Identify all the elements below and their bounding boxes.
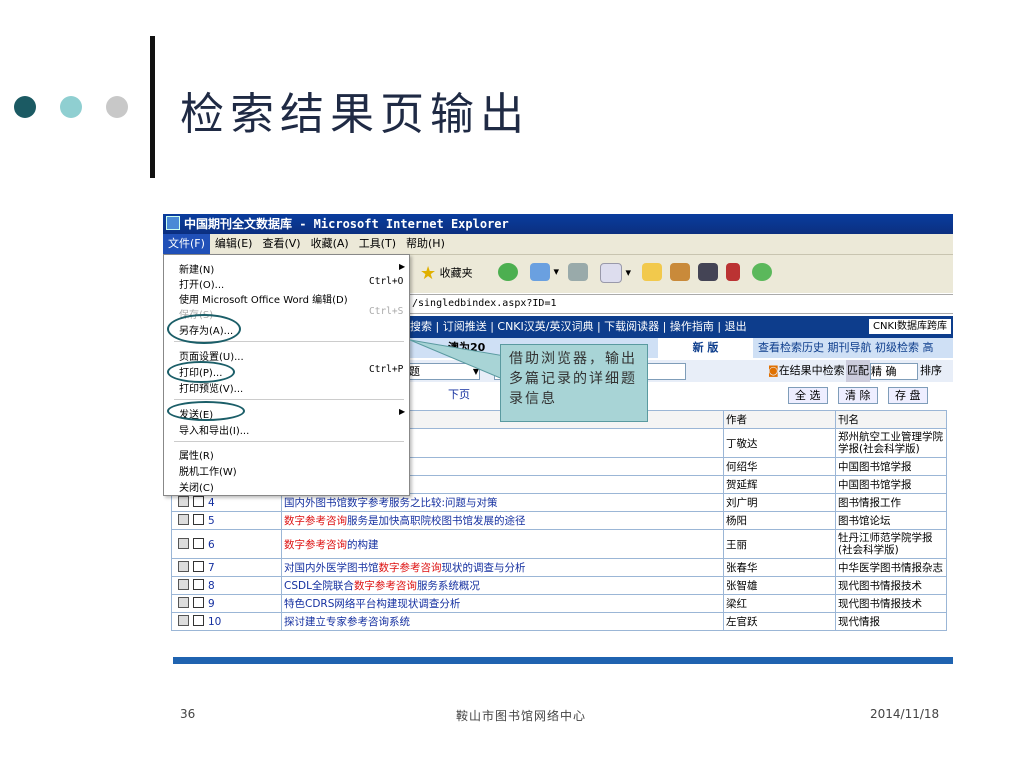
callout-box: 借助浏览器，输出多篇记录的详细题录信息 [500,344,648,422]
footer-organization: 鞍山市图书馆网络中心 [456,709,587,723]
page-number: 36 [180,707,196,721]
footer-date: 2014/11/18 [870,707,940,721]
